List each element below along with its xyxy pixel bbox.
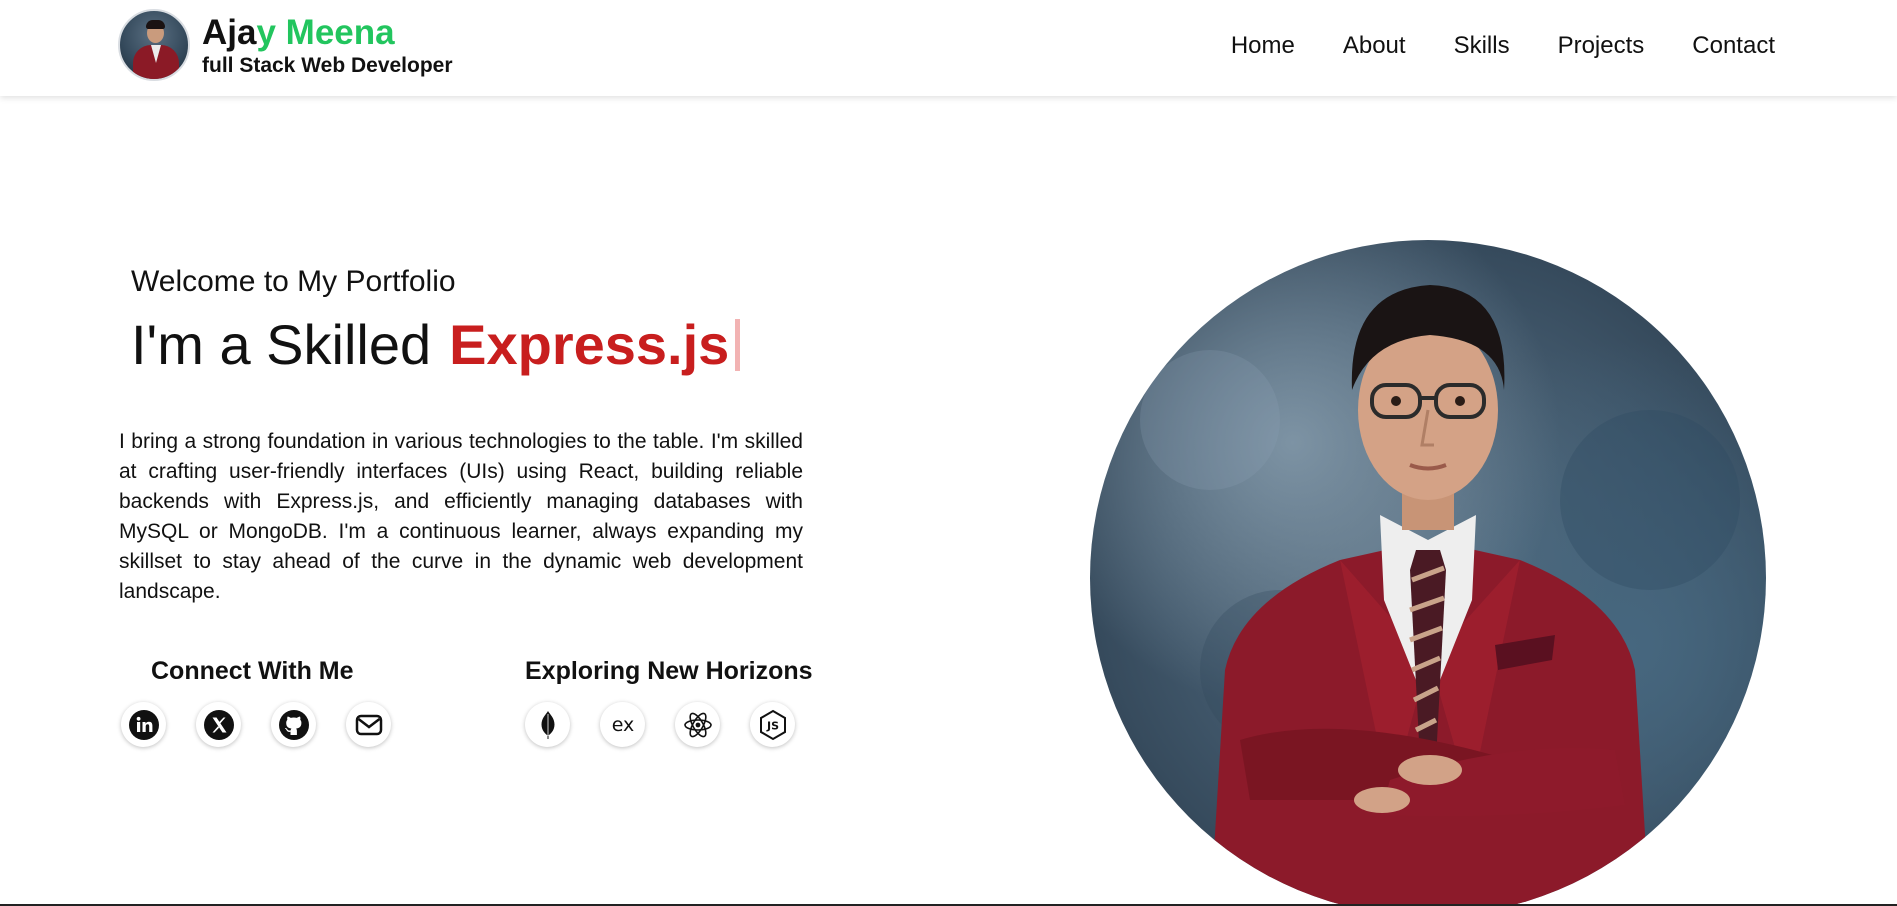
- brand-name-first: Aja: [202, 12, 257, 52]
- explore-title: Exploring New Horizons: [525, 657, 813, 685]
- github-icon[interactable]: [271, 702, 316, 747]
- react-icon[interactable]: [675, 702, 720, 747]
- brand[interactable]: Ajay Meena full Stack Web Developer: [118, 9, 453, 81]
- mongodb-icon[interactable]: [525, 702, 570, 747]
- brand-name: Ajay Meena: [202, 13, 453, 53]
- social-links: [121, 702, 391, 747]
- svg-text:ex: ex: [611, 714, 634, 736]
- nav-home[interactable]: Home: [1231, 32, 1295, 60]
- x-twitter-icon[interactable]: [196, 702, 241, 747]
- svg-text:JS: JS: [765, 719, 778, 732]
- linkedin-icon[interactable]: [121, 702, 166, 747]
- nav-contact[interactable]: Contact: [1692, 32, 1775, 60]
- nav-about[interactable]: About: [1343, 32, 1406, 60]
- headline: I'm a Skilled Express.js: [131, 312, 741, 377]
- nav-skills[interactable]: Skills: [1454, 32, 1510, 60]
- brand-text: Ajay Meena full Stack Web Developer: [202, 13, 453, 78]
- headline-tech: Express.js: [449, 313, 730, 376]
- express-icon[interactable]: ex: [600, 702, 645, 747]
- avatar: [118, 9, 190, 81]
- bio-paragraph: I bring a strong foundation in various t…: [119, 430, 803, 603]
- brand-name-last: y Meena: [256, 12, 395, 52]
- nodejs-icon[interactable]: JS: [750, 702, 795, 747]
- nav-projects[interactable]: Projects: [1558, 32, 1645, 60]
- typing-cursor: [735, 318, 741, 371]
- main-nav: Home About Skills Projects Contact: [1231, 32, 1775, 60]
- welcome-text: Welcome to My Portfolio: [131, 265, 456, 298]
- tech-icons: ex JS: [525, 702, 795, 747]
- headline-prefix: I'm a Skilled: [131, 313, 432, 376]
- profile-photo: [1090, 240, 1766, 906]
- brand-role: full Stack Web Developer: [202, 53, 453, 77]
- connect-title: Connect With Me: [151, 657, 354, 685]
- site-header: Ajay Meena full Stack Web Developer Home…: [0, 0, 1897, 96]
- mail-icon[interactable]: [346, 702, 391, 747]
